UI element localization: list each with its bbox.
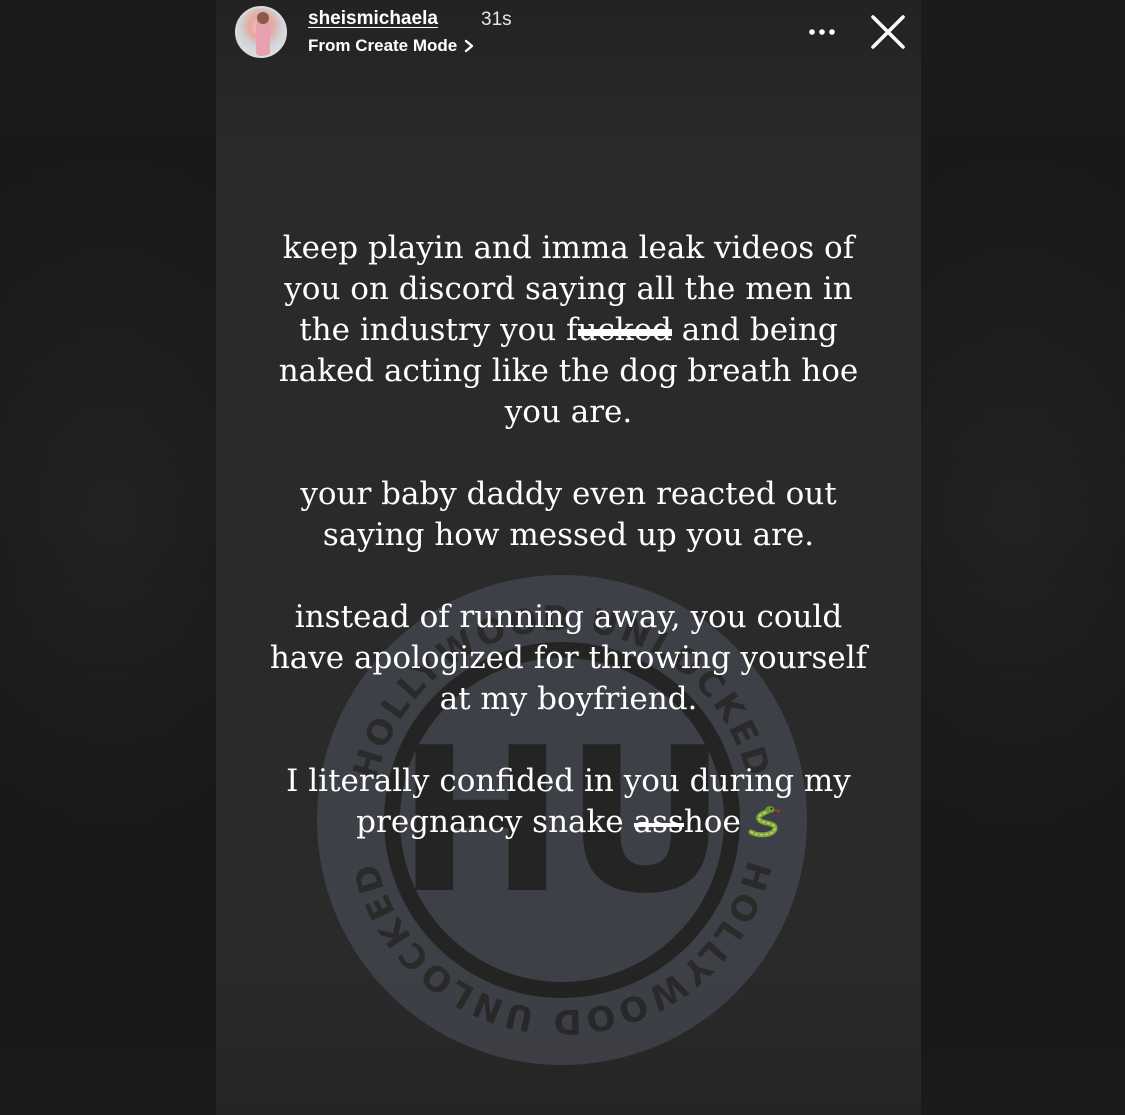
- avatar-head: [257, 12, 269, 24]
- close-icon[interactable]: [868, 12, 908, 52]
- paragraph-4: I literally confided in you during my pr…: [216, 761, 921, 843]
- redacted-word-1: ucked: [577, 310, 672, 351]
- avatar[interactable]: [235, 6, 287, 58]
- paragraph-3: instead of running away, you could have …: [269, 599, 868, 717]
- create-mode-label: From Create Mode: [308, 36, 458, 55]
- paragraph-1: keep playin and imma leak videos of you …: [216, 228, 921, 433]
- story-text: keep playin and imma leak videos of you …: [216, 228, 921, 884]
- story-header: sheismichaela 31s From Create Mode: [216, 0, 921, 80]
- chevron-right-icon: [465, 39, 474, 53]
- paragraph-2: your baby daddy even reacted out saying …: [300, 476, 837, 553]
- story-viewer[interactable]: HOLLYWOOD UNLOCKED HOLLYWOOD UNLOCKED HU…: [216, 0, 921, 1115]
- redaction-bar-2: [633, 822, 684, 827]
- more-options-icon[interactable]: [804, 14, 840, 50]
- post-timestamp: 31s: [481, 9, 512, 30]
- snake-icon: [748, 806, 780, 838]
- username-link[interactable]: sheismichaela: [308, 8, 438, 30]
- paragraph-4-rest: hoe: [683, 804, 741, 840]
- create-mode-link[interactable]: From Create Mode: [308, 36, 475, 56]
- redaction-bar-1: [577, 329, 672, 337]
- redacted-word-2: ass: [633, 802, 684, 843]
